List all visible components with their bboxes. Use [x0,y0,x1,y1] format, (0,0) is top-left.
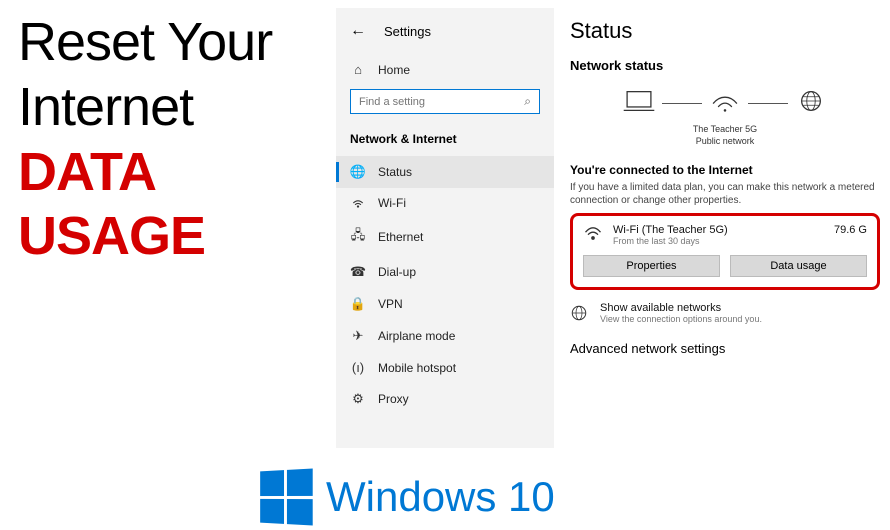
connection-amount: 79.6 G [834,224,867,236]
nav-wifi[interactable]: Wi-Fi [336,188,554,218]
windows-logo-icon [260,468,313,525]
status-icon: 🌐 [350,164,366,180]
diagram-line-2 [748,103,788,104]
wifi-icon [350,196,366,210]
nav-ethernet[interactable]: 🖧 Ethernet [336,218,554,256]
globe-icon [794,87,828,120]
connected-desc: If you have a limited data plan, you can… [570,181,880,207]
nav-proxy[interactable]: ⚙ Proxy [336,383,554,415]
show-networks-link[interactable]: Show available networks View the connect… [570,302,880,327]
properties-button[interactable]: Properties [583,255,720,277]
advanced-settings-title: Advanced network settings [570,341,880,356]
computer-icon [622,87,656,120]
windows-10-text: Windows 10 [326,473,555,521]
settings-title: Settings [384,24,431,39]
status-title: Status [570,18,880,44]
nav-vpn-label: VPN [378,297,403,311]
title-line-3: DATA [18,140,272,205]
connection-period: From the last 30 days [613,236,728,246]
diagram-caption: The Teacher 5G Public network [570,124,880,147]
airplane-icon: ✈ [350,328,366,344]
nav-wifi-label: Wi-Fi [378,196,406,210]
windows-10-logo: Windows 10 [258,470,555,524]
vpn-icon: 🔒 [350,296,366,312]
connection-name: Wi-Fi (The Teacher 5G) [613,224,728,236]
back-arrow-icon[interactable]: ← [350,22,366,40]
wifi-signal-icon [708,87,742,120]
nav-status-label: Status [378,165,412,179]
nav-vpn[interactable]: 🔒 VPN [336,288,554,320]
search-input-wrap[interactable]: ⌕ [350,89,540,114]
nav-dialup[interactable]: ☎ Dial-up [336,256,554,288]
section-label: Network & Internet [336,126,554,156]
globe-small-icon [570,302,590,327]
nav-home[interactable]: ⌂ Home [336,54,554,85]
nav-hotspot[interactable]: (ı) Mobile hotspot [336,352,554,383]
ethernet-icon: 🖧 [350,226,366,248]
home-icon: ⌂ [350,62,366,77]
network-diagram [570,87,880,120]
settings-sidebar: ← Settings ⌂ Home ⌕ Network & Internet 🌐… [336,8,554,448]
hotspot-icon: (ı) [350,360,366,375]
connection-highlight: Wi-Fi (The Teacher 5G) From the last 30 … [570,213,880,290]
title-line-4: USAGE [18,204,272,269]
status-panel: Status Network status The Teacher 5G Pub… [570,18,880,356]
nav-proxy-label: Proxy [378,392,409,406]
diagram-line-1 [662,103,702,104]
connected-title: You're connected to the Internet [570,163,880,177]
nav-home-label: Home [378,63,410,77]
nav-airplane-label: Airplane mode [378,329,455,343]
diagram-network-type: Public network [570,136,880,148]
search-input[interactable] [359,96,524,108]
wifi-connection-icon [583,224,603,247]
data-usage-button[interactable]: Data usage [730,255,867,277]
status-subtitle: Network status [570,58,880,73]
title-line-1: Reset Your [18,10,272,75]
show-networks-sub: View the connection options around you. [600,314,762,324]
title-line-2: Internet [18,75,272,140]
nav-ethernet-label: Ethernet [378,230,423,244]
diagram-network-name: The Teacher 5G [570,124,880,136]
proxy-icon: ⚙ [350,391,366,407]
show-networks-title: Show available networks [600,302,762,314]
dialup-icon: ☎ [350,264,366,280]
nav-status[interactable]: 🌐 Status [336,156,554,188]
search-icon: ⌕ [524,94,531,109]
nav-airplane[interactable]: ✈ Airplane mode [336,320,554,352]
nav-hotspot-label: Mobile hotspot [378,361,456,375]
nav-dialup-label: Dial-up [378,265,416,279]
promo-title: Reset Your Internet DATA USAGE [18,10,272,269]
